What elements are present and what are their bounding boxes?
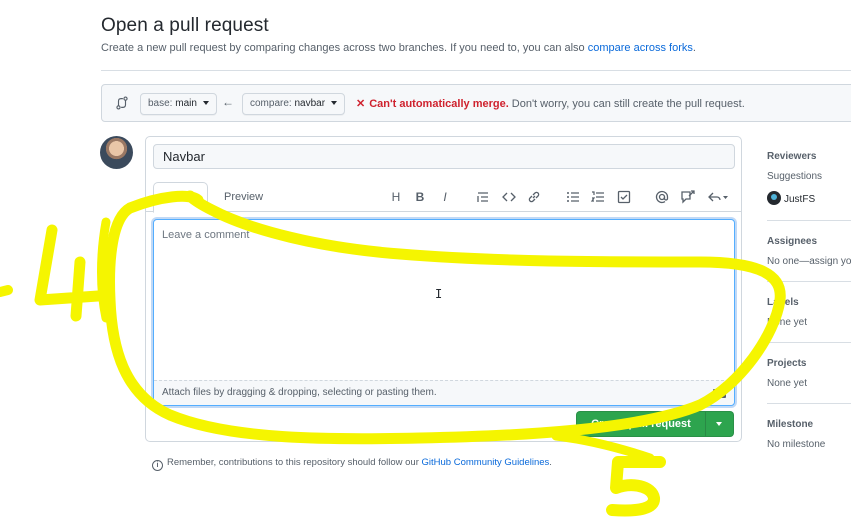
sidebar-projects[interactable]: Projects None yet (767, 358, 851, 389)
attach-files-bar[interactable]: Attach files by dragging & dropping, sel… (154, 380, 734, 405)
info-icon: i (152, 460, 163, 471)
milestone-heading: Milestone (767, 419, 814, 430)
compare-prefix: compare: (250, 98, 292, 109)
tab-preview[interactable]: Preview (210, 182, 277, 213)
reviewer-name: JustFS (784, 194, 816, 205)
reminder-text: Remember, contributions to this reposito… (167, 457, 419, 468)
markdown-icon[interactable]: M↓ (713, 389, 726, 398)
tab-write[interactable]: Write (153, 182, 209, 213)
numbered-list-icon[interactable] (590, 189, 606, 205)
sidebar-divider (767, 342, 851, 343)
create-pull-request-button[interactable]: Create pull request (576, 411, 734, 437)
composer-tabbar: Write Preview H B I (146, 180, 741, 213)
reviewers-heading: Reviewers (767, 151, 817, 162)
subtitle-text: Create a new pull request by comparing c… (101, 42, 585, 54)
task-list-icon[interactable] (616, 189, 632, 205)
base-prefix: base: (148, 98, 173, 109)
heading-button[interactable]: H (388, 189, 404, 205)
base-branch-name: main (175, 98, 197, 109)
sidebar-assignees[interactable]: Assignees No one—assign you (767, 236, 851, 267)
compare-branch-name: navbar (294, 98, 326, 109)
mention-icon[interactable] (654, 189, 670, 205)
chevron-down-icon (330, 101, 337, 106)
labels-value: None yet (767, 317, 808, 328)
annotation-number-5 (606, 456, 666, 517)
suggested-reviewer[interactable]: JustFS (767, 191, 851, 205)
pr-composer: Write Preview H B I Attach files by drag… (145, 136, 742, 442)
annotation-bracket (97, 217, 111, 323)
arrow-left-icon: ← (222, 95, 234, 109)
projects-heading: Projects (767, 358, 807, 369)
sidebar-divider (767, 220, 851, 221)
comment-textarea[interactable] (154, 220, 734, 380)
reply-icon[interactable] (706, 189, 730, 205)
merge-status-note: Don't worry, you can still create the pu… (511, 98, 745, 110)
sidebar-divider (767, 403, 851, 404)
bold-button[interactable]: B (412, 189, 428, 205)
cross-reference-icon[interactable] (680, 189, 696, 205)
sidebar-labels[interactable]: Labels None yet (767, 297, 851, 328)
text-cursor-icon: I (435, 287, 443, 301)
assignees-value: No one—assign you (767, 256, 851, 267)
reviewers-suggestions: Suggestions (767, 171, 823, 182)
create-pull-request-label: Create pull request (591, 418, 691, 430)
subtitle-suffix: . (692, 42, 696, 54)
labels-heading: Labels (767, 297, 799, 308)
annotation-label-4: 4 (24, 299, 25, 301)
assignees-heading: Assignees (767, 236, 818, 247)
italic-button[interactable]: I (437, 189, 453, 205)
sidebar-divider (767, 281, 851, 282)
code-icon[interactable] (501, 189, 517, 205)
create-options-dropdown[interactable] (705, 412, 733, 436)
avatar[interactable] (100, 136, 133, 169)
projects-value: None yet (767, 378, 808, 389)
x-icon: ✕ (356, 98, 366, 110)
reminder-suffix: . (549, 457, 552, 468)
pr-title-input[interactable] (153, 144, 735, 169)
guidelines-reminder: i Remember, contributions to this reposit… (152, 457, 552, 471)
annotation-dash (0, 285, 13, 297)
merge-status-title: Can't automatically merge. (369, 98, 509, 110)
bulleted-list-icon[interactable] (565, 189, 581, 205)
comment-field-wrapper: Attach files by dragging & dropping, sel… (153, 219, 735, 406)
base-branch-select[interactable]: base: main (140, 93, 217, 115)
reviewer-avatar (767, 191, 781, 205)
branch-range-bar: base: main ← compare: navbar ✕ Can't auto… (101, 84, 851, 122)
chevron-down-icon (202, 101, 209, 106)
chevron-down-icon (716, 422, 722, 426)
annotation-label-5: 5 (630, 499, 631, 501)
quote-icon[interactable] (475, 189, 491, 205)
compare-branch-select[interactable]: compare: navbar (242, 93, 345, 115)
page-subtitle: Create a new pull request by comparing c… (101, 42, 696, 54)
compare-forks-link[interactable]: compare across forks (588, 42, 693, 54)
page-title: Open a pull request (101, 15, 269, 36)
annotation-number-4 (34, 224, 104, 322)
attach-files-text: Attach files by dragging & dropping, sel… (162, 387, 437, 398)
merge-status: ✕ Can't automatically merge. Don't worry, … (356, 97, 745, 110)
sidebar-milestone[interactable]: Milestone No milestone (767, 419, 851, 450)
community-guidelines-link[interactable]: GitHub Community Guidelines (422, 457, 550, 468)
header-divider (101, 70, 851, 71)
sidebar-reviewers[interactable]: Reviewers Suggestions JustFS (767, 151, 851, 205)
git-compare-icon (116, 96, 128, 110)
milestone-value: No milestone (767, 439, 826, 450)
link-icon[interactable] (526, 189, 542, 205)
